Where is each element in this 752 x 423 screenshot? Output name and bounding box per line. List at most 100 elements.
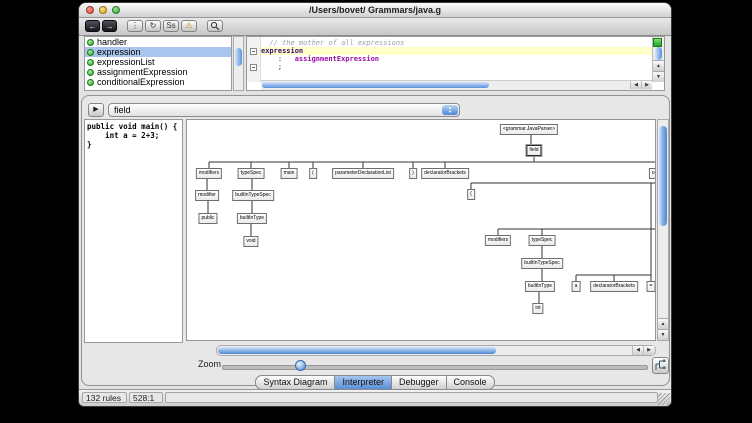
rule-icon — [87, 49, 94, 56]
tree-node[interactable]: <grammar.JavaParser> — [500, 124, 558, 135]
tree-node[interactable]: void — [243, 236, 258, 247]
top-split: handlerexpressionexpressionListassignmen… — [79, 34, 672, 93]
scroll-right-icon[interactable]: ▶ — [641, 81, 652, 89]
rules-count: 132 rules — [82, 392, 127, 403]
zoom-slider-thumb[interactable] — [295, 360, 306, 371]
tree-node[interactable]: declaratorBrackets — [421, 168, 469, 179]
search-button[interactable] — [207, 20, 223, 32]
scroll-down-icon[interactable]: ▼ — [653, 71, 664, 82]
zoom-label: Zoom — [198, 359, 221, 369]
canvas-vscrollbar[interactable]: ▲ ▼ — [657, 119, 669, 341]
tree-view-button[interactable] — [652, 357, 669, 374]
combobox-down-icon: ▼ — [448, 110, 452, 114]
tree-node[interactable]: modifiers — [196, 168, 222, 179]
caret-position: 528:1 — [129, 392, 163, 403]
canvas-hscrollbar[interactable]: ◀ ▶ — [216, 345, 656, 356]
tree-node[interactable]: typeSpec — [529, 235, 556, 246]
tree-node[interactable]: field — [526, 145, 541, 156]
tree-node[interactable]: ( — [309, 168, 317, 179]
rule-label: handler — [97, 37, 127, 47]
editor-hscrollbar-thumb[interactable] — [262, 82, 489, 88]
rule-combobox[interactable]: field ▲ ▼ — [108, 103, 460, 117]
zoom-slider[interactable] — [222, 365, 648, 370]
fold-marker-icon[interactable] — [250, 48, 257, 55]
tree-node[interactable]: modifiers — [485, 235, 511, 246]
scroll-left-icon[interactable]: ◀ — [632, 346, 643, 355]
title-bar[interactable]: /Users/bovet/ Grammars/java.g — [79, 3, 671, 18]
scroll-up-icon[interactable]: ▲ — [653, 60, 664, 71]
rules-scrollbar-thumb[interactable] — [235, 48, 242, 66]
warnings-button[interactable]: ⚠ — [181, 20, 197, 32]
literals-button[interactable]: Ss — [163, 20, 179, 32]
scroll-right-icon[interactable]: ▶ — [643, 346, 654, 355]
canvas-hscroll-arrows: ◀ ▶ — [632, 346, 654, 355]
window-controls — [86, 6, 120, 14]
scroll-down-icon[interactable]: ▼ — [658, 329, 668, 340]
rule-label: expression — [97, 47, 141, 57]
status-bar: 132 rules 528:1 — [79, 389, 671, 406]
editor-line: // the mother of all expressions — [261, 39, 652, 47]
canvas-hscrollbar-thumb[interactable] — [218, 347, 496, 354]
tree-node[interactable]: declaratorBrackets — [590, 281, 638, 292]
refactor-button[interactable]: ↻ — [145, 20, 161, 32]
rule-item-expressionList[interactable]: expressionList — [85, 57, 231, 67]
code-token: : — [261, 55, 295, 63]
editor-hscrollbar[interactable]: ◀ ▶ — [261, 80, 652, 90]
tree-node[interactable]: parameterDeclarationList — [332, 168, 394, 179]
toolbar-group: ⋮↻Ss⚠ — [127, 20, 197, 32]
tree-node[interactable]: a — [572, 281, 581, 292]
run-button[interactable]: ▶ — [88, 103, 104, 117]
forward-button[interactable]: → — [102, 20, 117, 32]
canvas-vscrollbar-thumb[interactable] — [659, 126, 667, 226]
rules-sort-button[interactable]: ⋮ — [127, 20, 143, 32]
rule-item-assignmentExpression[interactable]: assignmentExpression — [85, 67, 231, 77]
tree-node[interactable]: builtInType — [237, 213, 267, 224]
editor-hscroll-arrows: ◀ ▶ — [630, 81, 652, 89]
zoom-button[interactable] — [112, 6, 120, 14]
rule-item-conditionalExpression[interactable]: conditionalExpression — [85, 77, 231, 87]
grammar-health-indicator — [653, 38, 662, 47]
scroll-left-icon[interactable]: ◀ — [630, 81, 641, 89]
desktop: { "window": { "title": "/Users/bovet/ Gr… — [0, 0, 752, 423]
editor-line: expression — [261, 47, 652, 55]
rule-icon — [87, 39, 94, 46]
rule-item-expression[interactable]: expression — [85, 47, 231, 57]
editor-vscrollbar-thumb[interactable] — [655, 47, 662, 60]
tree-node[interactable]: builtInTypeSpec — [232, 190, 274, 201]
app-window: /Users/bovet/ Grammars/java.g ← → ⋮↻Ss⚠ … — [78, 2, 672, 407]
rule-icon — [87, 69, 94, 76]
input-text[interactable]: public void main() { int a = 2+3; } — [84, 119, 183, 343]
tree-canvas[interactable]: <grammar.JavaParser> field modifiers typeSp… — [186, 119, 656, 341]
grammar-editor[interactable]: // the mother of all expressionsexpressi… — [246, 36, 665, 91]
editor-vscrollbar[interactable]: ▲ ▼ — [652, 37, 664, 82]
tab-console[interactable]: Console — [447, 375, 495, 390]
close-button[interactable] — [86, 6, 94, 14]
tree-node[interactable]: public — [198, 213, 217, 224]
scroll-up-icon[interactable]: ▲ — [658, 318, 668, 329]
fold-gutter — [247, 37, 261, 82]
status-message — [165, 392, 658, 403]
tree-node[interactable]: builtInType — [525, 281, 555, 292]
tab-debugger[interactable]: Debugger — [392, 375, 447, 390]
tree-node[interactable]: modifier — [195, 190, 219, 201]
rule-item-handler[interactable]: handler — [85, 37, 231, 47]
editor-code[interactable]: // the mother of all expressionsexpressi… — [261, 37, 652, 84]
tree-node[interactable]: int — [532, 303, 543, 314]
combobox-arrows-icon[interactable]: ▲ ▼ — [442, 105, 458, 115]
tree-node[interactable]: compoundStatement — [649, 168, 656, 179]
tab-interpreter[interactable]: Interpreter — [335, 375, 392, 390]
minimize-button[interactable] — [99, 6, 107, 14]
rules-scrollbar[interactable] — [233, 36, 244, 91]
tab-syntax-diagram[interactable]: Syntax Diagram — [255, 375, 335, 390]
tree-node[interactable]: main — [281, 168, 298, 179]
tree-node[interactable]: ) — [409, 168, 417, 179]
tree-node[interactable]: = — [647, 281, 656, 292]
tree-node[interactable]: typeSpec — [238, 168, 265, 179]
tree-icon — [653, 358, 666, 371]
tree-node[interactable]: { — [467, 189, 475, 200]
resize-grip[interactable] — [658, 393, 670, 405]
back-button[interactable]: ← — [85, 20, 100, 32]
tree-node[interactable]: builtInTypeSpec — [521, 258, 563, 269]
code-token: assignmentExpression — [295, 55, 379, 63]
fold-marker-icon[interactable] — [250, 64, 257, 71]
